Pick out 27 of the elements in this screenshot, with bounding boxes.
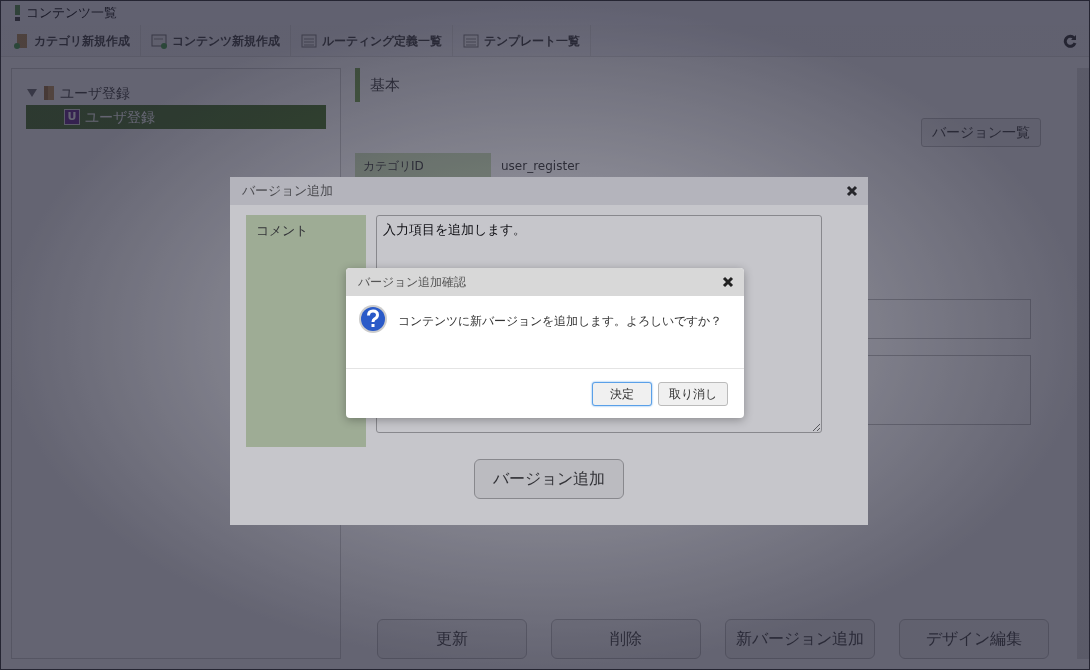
field-value: user_register — [500, 158, 581, 175]
u-icon: U — [64, 109, 80, 125]
close-button[interactable] — [722, 276, 734, 288]
close-button[interactable] — [846, 185, 858, 197]
list-icon — [463, 32, 479, 49]
dialog-title: バージョン追加 — [242, 182, 333, 201]
confirm-message: コンテンツに新バージョンを追加します。よろしいですか？ — [398, 313, 722, 330]
field-label: カテゴリID — [355, 153, 491, 179]
action-button[interactable]: 更新 — [377, 619, 527, 659]
close-icon — [846, 185, 858, 197]
toolbar-button[interactable]: ルーティング定義一覧 — [291, 25, 453, 56]
folder-icon — [43, 85, 55, 101]
close-icon — [722, 276, 734, 288]
section-heading: 基本 — [355, 68, 1061, 102]
toolbar-button[interactable]: コンテンツ新規作成 — [141, 25, 291, 56]
dialog-button[interactable]: 取り消し — [658, 381, 728, 406]
folder-plus-icon — [13, 32, 29, 49]
add-version-button[interactable]: バージョン追加 — [474, 459, 624, 499]
refresh-icon — [1063, 33, 1077, 48]
question-icon — [358, 304, 388, 334]
action-button[interactable]: 削除 — [551, 619, 701, 659]
toolbar-button[interactable]: カテゴリ新規作成 — [13, 25, 141, 56]
form-plus-icon — [151, 32, 167, 49]
list-icon — [301, 32, 317, 49]
toolbar-button[interactable]: テンプレート一覧 — [453, 25, 591, 56]
window-icon — [15, 5, 20, 21]
dialog-button[interactable]: 決定 — [592, 381, 652, 406]
